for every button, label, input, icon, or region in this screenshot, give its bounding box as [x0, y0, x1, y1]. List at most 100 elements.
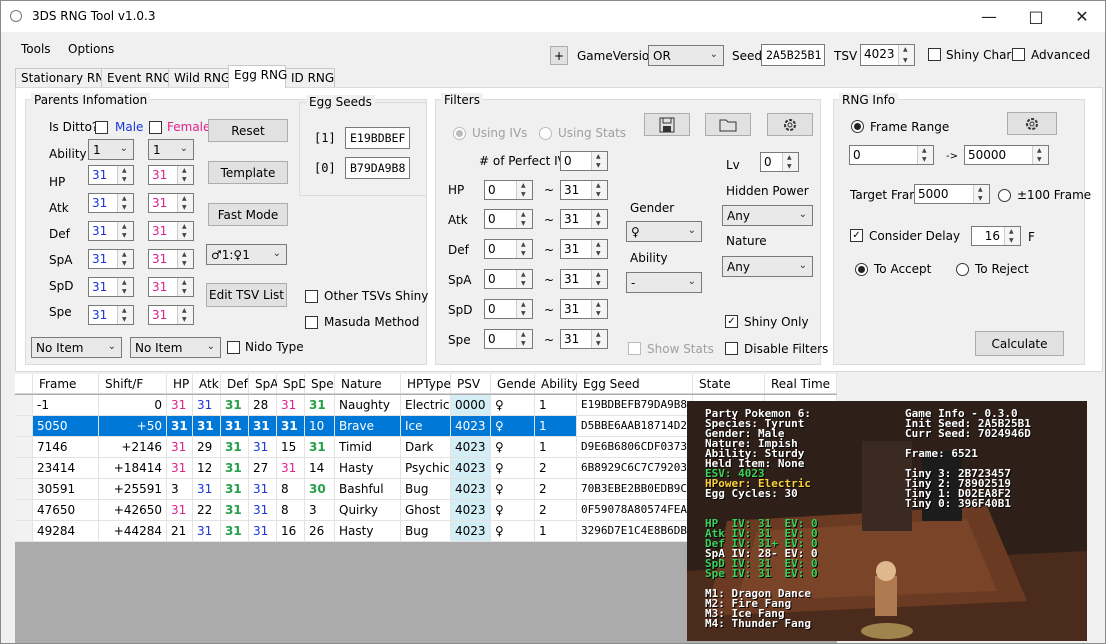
table-cell-egg-seed[interactable]: E19BDBEFB79DA9B8 [577, 395, 693, 416]
calculate-button[interactable]: Calculate [975, 331, 1064, 356]
table-cell-gender[interactable]: ♀ [491, 521, 535, 542]
male-item-select[interactable]: No Item ⌄ [31, 337, 122, 358]
column-header-egg-seed[interactable]: Egg Seed [577, 374, 693, 394]
folder-icon[interactable] [705, 113, 751, 136]
table-cell-spd[interactable]: 15 [277, 437, 305, 458]
reset-button[interactable]: Reset [208, 119, 288, 142]
minimize-button[interactable]: — [966, 1, 1012, 32]
gender-filter-select[interactable]: ♀ ⌄ [626, 221, 702, 242]
table-cell-shift[interactable]: +50 [99, 416, 167, 437]
column-header-nature[interactable]: Nature [335, 374, 401, 394]
table-cell-hp[interactable]: 31 [167, 458, 193, 479]
table-cell-spa[interactable]: 28 [249, 395, 277, 416]
nature-select[interactable]: Any ⌄ [722, 256, 813, 277]
column-header-gender[interactable]: Gender [491, 374, 541, 394]
table-cell-psv[interactable]: 4023 [451, 416, 491, 437]
female-ditto-checkbox[interactable] [149, 121, 162, 134]
game-version-select[interactable]: OR ⌄ [648, 45, 724, 66]
table-cell-ability[interactable]: 2 [535, 458, 577, 479]
table-cell-egg-seed[interactable]: D5BBE6AAB18714D2 [577, 416, 693, 437]
table-cell-hptype[interactable]: Psychic [401, 458, 451, 479]
male-hp-iv[interactable]: 31 [88, 165, 134, 185]
table-cell-hp[interactable]: 31 [167, 437, 193, 458]
column-header-ability[interactable]: Ability [535, 374, 579, 394]
tab-event-rng[interactable]: Event RNG [101, 68, 172, 87]
to-reject-radio[interactable] [956, 263, 969, 276]
table-cell-atk[interactable]: 31 [193, 521, 221, 542]
table-cell-spe[interactable]: 30 [305, 479, 335, 500]
table-cell-gender[interactable]: ♀ [491, 458, 535, 479]
masuda-method-checkbox[interactable] [305, 316, 318, 329]
table-cell-spe[interactable]: 26 [305, 521, 335, 542]
table-cell-spd[interactable]: 16 [277, 521, 305, 542]
table-cell-ability[interactable]: 1 [535, 395, 577, 416]
row-header[interactable] [15, 479, 33, 500]
table-cell-spe[interactable]: 10 [305, 416, 335, 437]
column-header-hp[interactable]: HP [167, 374, 193, 394]
table-cell-spd[interactable]: 8 [277, 479, 305, 500]
tab-id-rng[interactable]: ID RNG [285, 68, 335, 87]
shiny-charm-checkbox[interactable] [928, 48, 941, 61]
column-header-hptype[interactable]: HPType [401, 374, 451, 394]
table-cell-ability[interactable]: 1 [535, 416, 577, 437]
filter-atk-min[interactable]: 0 [484, 209, 533, 229]
pm100-frame-radio[interactable] [998, 189, 1011, 202]
filter-spa-max[interactable]: 31 [560, 269, 608, 289]
female-spe-iv[interactable]: 31 [148, 305, 194, 325]
table-cell-ability[interactable]: 1 [535, 437, 577, 458]
male-ability-select[interactable]: 1 ⌄ [88, 139, 134, 160]
ability-filter-select[interactable]: - ⌄ [626, 272, 702, 293]
table-cell-hptype[interactable]: Ghost [401, 500, 451, 521]
tab-wild-rng[interactable]: Wild RNG [168, 68, 230, 87]
row-header[interactable] [15, 500, 33, 521]
table-cell-hp[interactable]: 31 [167, 416, 193, 437]
female-ability-select[interactable]: 1 ⌄ [148, 139, 194, 160]
table-cell-hp[interactable]: 31 [167, 395, 193, 416]
table-cell-frame[interactable]: 47650 [33, 500, 99, 521]
lv-input[interactable]: 0 [760, 152, 799, 172]
table-cell-nature[interactable]: Brave [335, 416, 401, 437]
column-header-state[interactable]: State [693, 374, 765, 394]
grid-corner[interactable] [15, 374, 33, 394]
fast-mode-button[interactable]: Fast Mode [208, 203, 288, 226]
perfect-ivs-input[interactable]: 0 [560, 151, 608, 171]
table-cell-spe[interactable]: 14 [305, 458, 335, 479]
table-cell-def[interactable]: 31 [221, 458, 249, 479]
table-cell-egg-seed[interactable]: 0F59078A80574FEA [577, 500, 693, 521]
row-header[interactable] [15, 416, 33, 437]
row-header[interactable] [15, 437, 33, 458]
table-cell-shift[interactable]: +25591 [99, 479, 167, 500]
female-item-select[interactable]: No Item ⌄ [130, 337, 221, 358]
table-cell-atk[interactable]: 31 [193, 479, 221, 500]
table-cell-spe[interactable]: 31 [305, 437, 335, 458]
female-atk-iv[interactable]: 31 [148, 193, 194, 213]
filter-hp-max[interactable]: 31 [560, 180, 608, 200]
table-cell-hptype[interactable]: Ice [401, 416, 451, 437]
column-header-frame[interactable]: Frame [33, 374, 99, 394]
column-header-psv[interactable]: PSV [451, 374, 491, 394]
table-cell-nature[interactable]: Hasty [335, 458, 401, 479]
table-cell-frame[interactable]: 7146 [33, 437, 99, 458]
tab-egg-rng[interactable]: Egg RNG [228, 65, 287, 88]
advanced-checkbox[interactable] [1012, 48, 1025, 61]
table-cell-spa[interactable]: 31 [249, 437, 277, 458]
table-cell-spd[interactable]: 31 [277, 395, 305, 416]
column-header-real-time[interactable]: Real Time [765, 374, 837, 394]
male-spa-iv[interactable]: 31 [88, 249, 134, 269]
table-cell-spe[interactable]: 3 [305, 500, 335, 521]
table-cell-spd[interactable]: 31 [277, 458, 305, 479]
table-cell-frame[interactable]: 23414 [33, 458, 99, 479]
table-cell-frame[interactable]: 30591 [33, 479, 99, 500]
maximize-button[interactable]: □ [1013, 1, 1059, 32]
female-hp-iv[interactable]: 31 [148, 165, 194, 185]
gear-icon[interactable] [767, 113, 813, 136]
filter-spd-max[interactable]: 31 [560, 299, 608, 319]
male-spd-iv[interactable]: 31 [88, 277, 134, 297]
table-cell-spa[interactable]: 27 [249, 458, 277, 479]
frame-range-radio[interactable] [851, 120, 864, 133]
table-cell-atk[interactable]: 22 [193, 500, 221, 521]
filter-spa-min[interactable]: 0 [484, 269, 533, 289]
table-cell-def[interactable]: 31 [221, 500, 249, 521]
to-accept-radio[interactable] [855, 263, 868, 276]
male-def-iv[interactable]: 31 [88, 221, 134, 241]
